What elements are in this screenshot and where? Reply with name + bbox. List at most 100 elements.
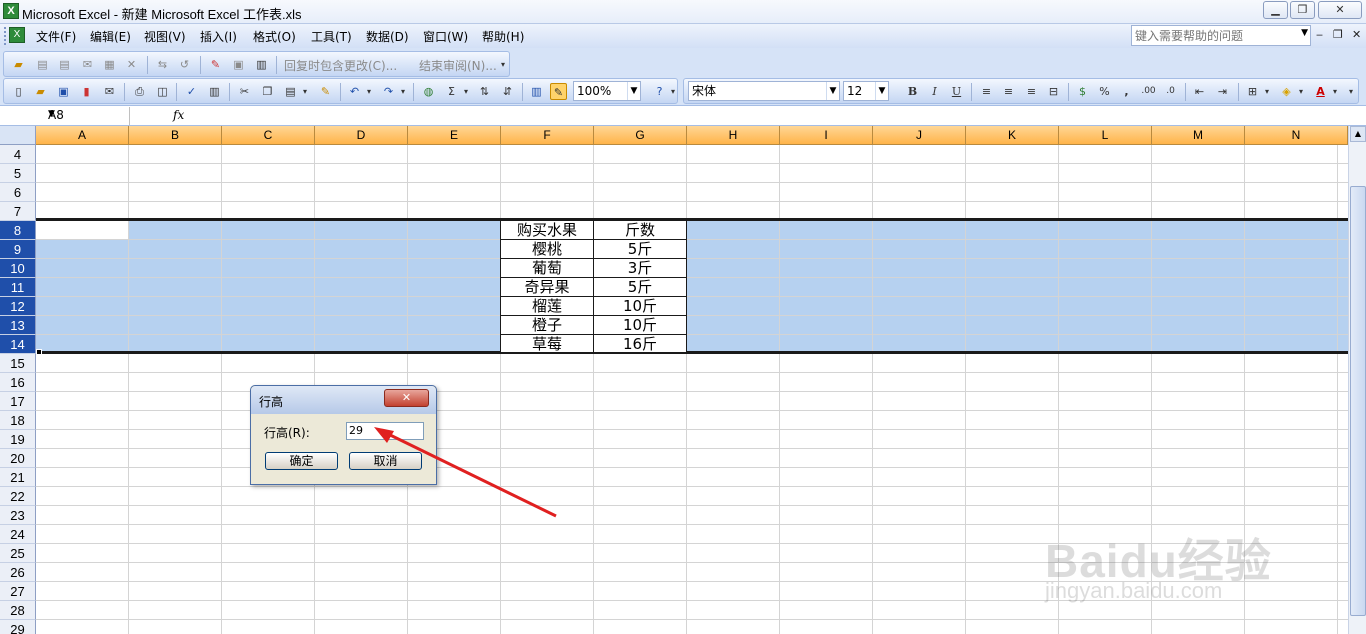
minimize-button[interactable]: ▁	[1263, 1, 1288, 19]
row-header-28[interactable]: 28	[0, 601, 36, 620]
column-header-j[interactable]: J	[873, 126, 966, 145]
column-header-c[interactable]: C	[222, 126, 315, 145]
column-header-e[interactable]: E	[408, 126, 501, 145]
table-cell[interactable]: 10斤	[593, 315, 687, 335]
help-question-input[interactable]	[1132, 26, 1292, 45]
row-header-11[interactable]: 11	[0, 278, 36, 297]
row-header-26[interactable]: 26	[0, 563, 36, 582]
permission-icon[interactable]: ▮	[78, 83, 95, 100]
table-cell[interactable]: 5斤	[593, 239, 687, 259]
autosum-icon[interactable]: Σ	[443, 83, 460, 100]
scroll-up-icon[interactable]: ▲	[1350, 126, 1366, 142]
menu-tools[interactable]: 工具(T)	[311, 28, 352, 45]
table-cell[interactable]: 榴莲	[500, 296, 594, 316]
font-color-dropdown-icon[interactable]: ▾	[1330, 83, 1340, 100]
row-header-9[interactable]: 9	[0, 240, 36, 259]
chevron-down-icon[interactable]: ▼	[875, 82, 888, 100]
font-name-select[interactable]: 宋体 ▼	[688, 81, 840, 101]
table-cell[interactable]: 16斤	[593, 334, 687, 353]
track-icon[interactable]: ⇆	[154, 56, 171, 73]
edit-comment-icon[interactable]: ▤	[56, 56, 73, 73]
autosum-dropdown-icon[interactable]: ▾	[461, 83, 471, 100]
row-header-27[interactable]: 27	[0, 582, 36, 601]
help-icon[interactable]: ?	[651, 83, 668, 100]
redo-icon[interactable]: ↷	[380, 83, 397, 100]
dialog-title-bar[interactable]: 行高 ✕	[251, 386, 436, 414]
print-icon[interactable]: ⎙	[131, 83, 148, 100]
menu-view[interactable]: 视图(V)	[144, 28, 186, 45]
comments-icon[interactable]: ▦	[101, 56, 118, 73]
dialog-close-button[interactable]: ✕	[384, 389, 429, 407]
doc-close-icon[interactable]: ✕	[1352, 28, 1361, 41]
column-header-b[interactable]: B	[129, 126, 222, 145]
comma-style-icon[interactable]: ,	[1118, 83, 1135, 100]
reply-with-changes-button[interactable]: 回复时包含更改(C)...	[284, 57, 397, 74]
open-folder-icon[interactable]: ▰	[32, 83, 49, 100]
font-size-select[interactable]: 12 ▼	[843, 81, 889, 101]
new-document-icon[interactable]: ▯	[10, 83, 27, 100]
decrease-indent-icon[interactable]: ⇤	[1191, 83, 1208, 100]
table-cell[interactable]: 樱桃	[500, 239, 594, 259]
column-header-a[interactable]: A	[36, 126, 129, 145]
column-header-k[interactable]: K	[966, 126, 1059, 145]
decrease-decimal-icon[interactable]: .0	[1162, 83, 1179, 100]
end-review-button[interactable]: 结束审阅(N)...	[419, 57, 497, 74]
scrollbar-thumb[interactable]	[1350, 186, 1366, 616]
row-header-5[interactable]: 5	[0, 164, 36, 183]
name-box[interactable]: A8 ▼	[3, 107, 130, 125]
sort-descending-icon[interactable]: ⇵	[499, 83, 516, 100]
toolbar-options-icon[interactable]: ▾	[668, 83, 678, 100]
borders-icon[interactable]: ⊞	[1244, 83, 1261, 100]
row-height-input[interactable]: 29	[346, 422, 424, 440]
increase-decimal-icon[interactable]: .00	[1140, 83, 1157, 100]
copy-icon[interactable]: ❐	[259, 83, 276, 100]
fill-color-icon[interactable]: ◈	[1278, 83, 1295, 100]
row-header-22[interactable]: 22	[0, 487, 36, 506]
review-pane-icon[interactable]: ▥	[253, 56, 270, 73]
row-header-19[interactable]: 19	[0, 430, 36, 449]
menu-grip[interactable]	[4, 27, 7, 45]
row-header-25[interactable]: 25	[0, 544, 36, 563]
row-header-15[interactable]: 15	[0, 354, 36, 373]
menu-file[interactable]: 文件(F)	[36, 28, 76, 45]
row-header-16[interactable]: 16	[0, 373, 36, 392]
row-header-18[interactable]: 18	[0, 411, 36, 430]
spelling-icon[interactable]: ✓	[183, 83, 200, 100]
column-header-n[interactable]: N	[1245, 126, 1348, 145]
toolbar-options-icon[interactable]: ▾	[498, 56, 508, 73]
research-icon[interactable]: ▥	[206, 83, 223, 100]
restore-button[interactable]: ❐	[1290, 1, 1315, 19]
row-header-24[interactable]: 24	[0, 525, 36, 544]
chevron-down-icon[interactable]: ▼	[48, 109, 125, 119]
column-header-d[interactable]: D	[315, 126, 408, 145]
active-cell-a8[interactable]	[36, 220, 129, 239]
select-all-corner[interactable]	[0, 126, 36, 145]
table-cell[interactable]: 草莓	[500, 334, 594, 353]
print-preview-icon[interactable]: ◫	[154, 83, 171, 100]
align-right-icon[interactable]: ≡	[1023, 83, 1040, 100]
table-header-fruit[interactable]: 购买水果	[500, 220, 594, 240]
redo-dropdown-icon[interactable]: ▾	[398, 83, 408, 100]
zoom-select[interactable]: 100% ▼	[573, 81, 641, 101]
menu-insert[interactable]: 插入(I)	[200, 28, 237, 45]
menu-help[interactable]: 帮助(H)	[482, 28, 524, 45]
menu-window[interactable]: 窗口(W)	[423, 28, 468, 45]
cut-icon[interactable]: ✂	[236, 83, 253, 100]
doc-minimize-icon[interactable]: ‒	[1316, 28, 1323, 41]
table-cell[interactable]: 3斤	[593, 258, 687, 278]
row-header-7[interactable]: 7	[0, 202, 36, 221]
paste-icon[interactable]: ▤	[282, 83, 299, 100]
row-header-4[interactable]: 4	[0, 145, 36, 164]
menu-format[interactable]: 格式(O)	[253, 28, 296, 45]
print-comment-icon[interactable]: ▣	[230, 56, 247, 73]
fill-color-dropdown-icon[interactable]: ▾	[1296, 83, 1306, 100]
worksheet-grid[interactable]: ABCDEFGHIJKLMN 4 5 6 7 8 9 10 11 12 13 14 15 16 17 18 1…	[0, 126, 1366, 634]
table-cell[interactable]: 奇异果	[500, 277, 594, 297]
column-header-h[interactable]: H	[687, 126, 780, 145]
row-header-29[interactable]: 29	[0, 620, 36, 634]
menu-edit[interactable]: 编辑(E)	[90, 28, 131, 45]
vertical-scrollbar[interactable]: ▲	[1348, 126, 1366, 634]
table-cell[interactable]: 10斤	[593, 296, 687, 316]
fill-handle[interactable]	[36, 349, 42, 355]
new-comment-icon[interactable]: ▤	[34, 56, 51, 73]
